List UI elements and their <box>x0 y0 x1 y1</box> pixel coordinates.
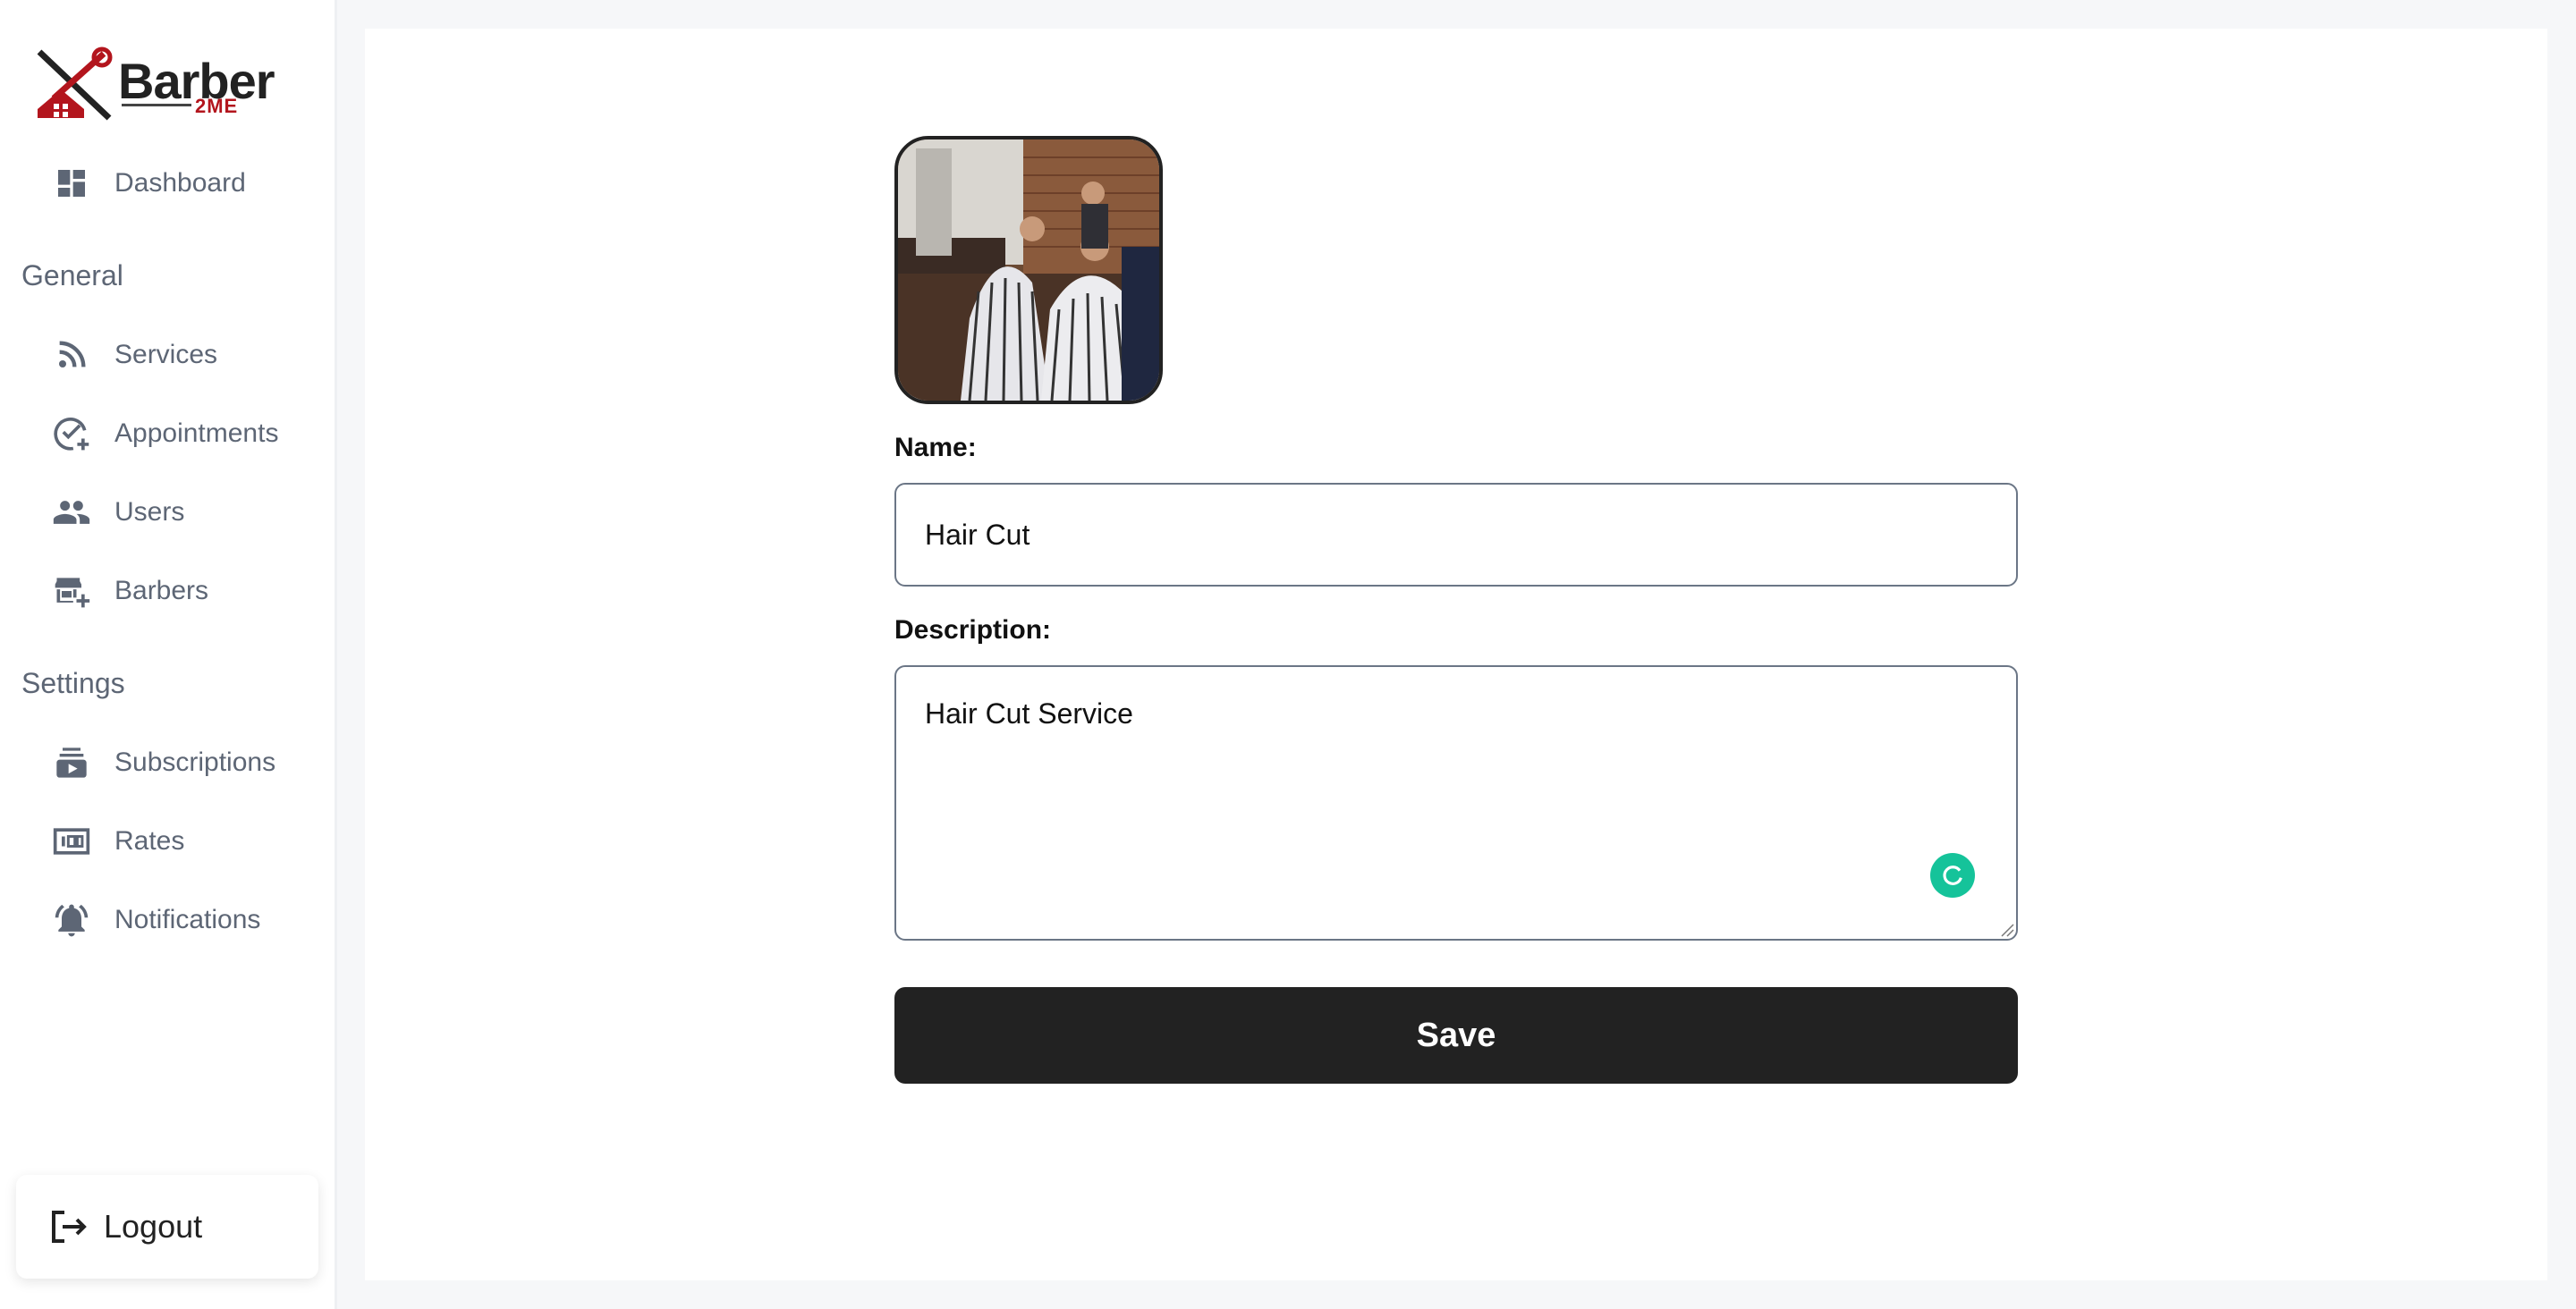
logo-divider <box>122 104 191 106</box>
description-label: Description: <box>894 615 1052 645</box>
sidebar-item-notifications[interactable]: Notifications <box>50 893 318 947</box>
barbershop-photo <box>898 139 1159 401</box>
check-add-icon <box>50 412 93 455</box>
sidebar-item-subscriptions[interactable]: Subscriptions <box>50 736 318 790</box>
logout-icon <box>47 1205 89 1248</box>
logo-subtitle: 2ME <box>195 95 239 117</box>
sidebar-item-label: Services <box>114 340 218 369</box>
sidebar-item-label: Users <box>114 497 185 527</box>
sidebar-item-label: Dashboard <box>114 168 246 198</box>
sidebar-item-appointments[interactable]: Appointments <box>50 407 318 460</box>
subscriptions-icon <box>50 741 93 784</box>
scissors-house-icon <box>37 46 113 121</box>
sidebar-item-label: Rates <box>114 826 185 856</box>
barber2me-logo[interactable]: Barber 2ME <box>34 45 275 125</box>
store-add-icon <box>50 570 93 612</box>
sidebar-item-rates[interactable]: Rates <box>50 815 318 868</box>
sidebar-item-dashboard[interactable]: Dashboard <box>50 156 318 210</box>
name-input[interactable]: Hair Cut <box>894 483 2018 587</box>
users-icon <box>50 491 93 534</box>
sidebar: Barber 2ME Dashboard General Services Ap… <box>0 0 337 1309</box>
grammarly-icon[interactable] <box>1930 853 1975 898</box>
rates-icon <box>50 820 93 863</box>
rss-icon <box>50 334 93 376</box>
sidebar-item-barbers[interactable]: Barbers <box>50 564 318 618</box>
sidebar-item-label: Appointments <box>114 418 279 448</box>
service-image[interactable] <box>894 136 1163 404</box>
logout-button[interactable]: Logout <box>16 1175 318 1279</box>
sidebar-item-label: Barbers <box>114 576 209 605</box>
sidebar-item-users[interactable]: Users <box>50 486 318 539</box>
name-label: Name: <box>894 433 977 462</box>
description-textarea[interactable]: Hair Cut Service <box>894 665 2018 941</box>
main-panel: Name: Hair Cut Description: Hair Cut Ser… <box>365 29 2547 1280</box>
section-title-general: General <box>21 259 123 291</box>
bell-icon <box>50 899 93 942</box>
dashboard-icon <box>50 162 93 205</box>
section-title-settings: Settings <box>21 667 125 699</box>
sidebar-item-services[interactable]: Services <box>50 328 318 382</box>
resize-handle-icon[interactable] <box>2000 923 2014 937</box>
sidebar-item-label: Notifications <box>114 905 261 934</box>
logout-label: Logout <box>104 1208 203 1245</box>
sidebar-item-label: Subscriptions <box>114 747 276 777</box>
save-button[interactable]: Save <box>894 987 2018 1084</box>
